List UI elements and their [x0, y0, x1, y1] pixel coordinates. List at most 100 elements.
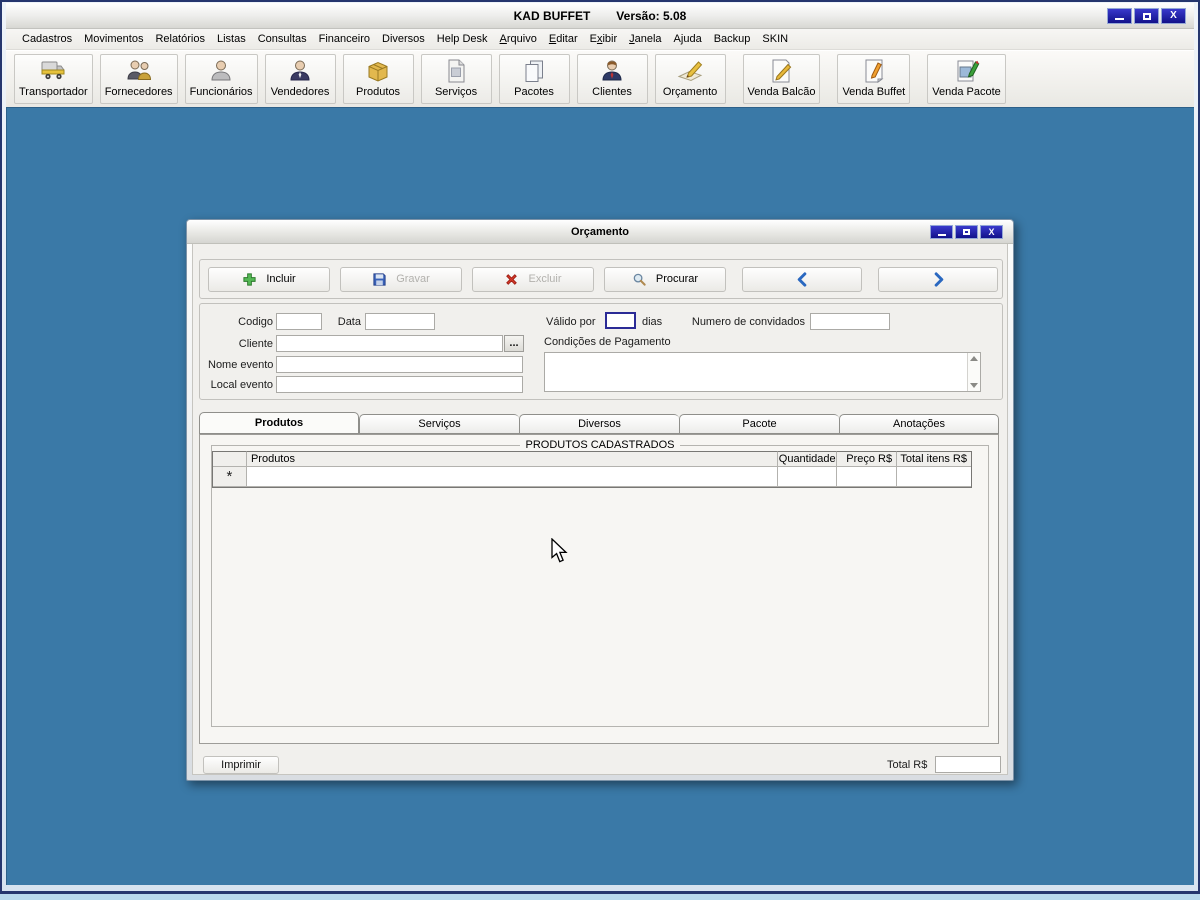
total-input[interactable]: [935, 756, 1001, 773]
tab-anotacoes[interactable]: Anotações: [839, 414, 999, 434]
packages-icon: [520, 57, 548, 85]
toolbar-button-venda-balcao[interactable]: Venda Balcão: [742, 54, 821, 104]
menu-item-editar[interactable]: Editar: [543, 31, 584, 47]
nome-evento-input[interactable]: [276, 356, 523, 373]
toolbar: Transportador Fornecedores Funcionários Ven…: [6, 50, 1194, 107]
grid-column-preco-r[interactable]: Preço R$: [837, 451, 898, 467]
numero-convidados-input[interactable]: [810, 313, 890, 330]
toolbar-button-produtos[interactable]: Produtos: [342, 54, 414, 104]
toolbar-button-funcionarios[interactable]: Funcionários: [184, 54, 258, 104]
toolbar-button-label: Transportador: [19, 86, 88, 98]
orcamento-window: Orçamento X Incluir Gravar Excluir Procurar…: [186, 219, 1014, 781]
menu-item-cadastros[interactable]: Cadastros: [16, 31, 78, 47]
incluir-button[interactable]: Incluir: [208, 266, 330, 292]
menu-item-movimentos[interactable]: Movimentos: [78, 31, 149, 47]
excluir-button[interactable]: Excluir: [472, 266, 594, 292]
menu-item-skin[interactable]: SKIN: [756, 31, 794, 47]
tab-produtos[interactable]: Produtos: [199, 412, 359, 434]
toolbar-button-venda-pacote[interactable]: Venda Pacote: [927, 54, 1006, 104]
grid-empty-cell[interactable]: [837, 467, 898, 487]
menu-item-arquivo[interactable]: Arquivo: [494, 31, 543, 47]
window-frame: KAD BUFFET Versão: 5.08 X Cadastros Movim…: [2, 2, 1198, 891]
toolbar-button-fornecedores[interactable]: Fornecedores: [99, 54, 178, 104]
grid-new-row[interactable]: *: [213, 467, 971, 487]
orcamento-minimize-button[interactable]: [930, 225, 953, 239]
menu-item-diversos[interactable]: Diversos: [376, 31, 431, 47]
chevron-left-icon: [795, 271, 810, 287]
employee-icon: [207, 57, 235, 85]
orcamento-title-bar[interactable]: Orçamento X: [187, 220, 1013, 244]
previous-record-button[interactable]: [742, 266, 862, 292]
delete-icon: [504, 272, 519, 287]
toolbar-button-label: Venda Buffet: [842, 86, 906, 98]
maximize-button[interactable]: [1134, 8, 1159, 24]
product-box-icon: [364, 57, 392, 85]
app-title: KAD BUFFET: [513, 8, 591, 23]
package-sale-icon: [953, 57, 981, 85]
cliente-browse-button[interactable]: ...: [504, 335, 524, 352]
orcamento-close-button[interactable]: X: [980, 225, 1003, 239]
menu-item-help-desk[interactable]: Help Desk: [431, 31, 494, 47]
window-controls: X: [1107, 8, 1186, 24]
mdi-client-area: Orçamento X Incluir Gravar Excluir Procurar…: [6, 107, 1194, 885]
maximize-icon: [1142, 12, 1151, 20]
grid-column-total-itens-r[interactable]: Total itens R$: [897, 451, 971, 467]
action-button-label: Incluir: [266, 273, 296, 285]
close-button[interactable]: X: [1161, 8, 1186, 24]
menu-item-exibir[interactable]: Exibir: [584, 31, 624, 47]
cliente-label: Cliente: [238, 338, 273, 350]
toolbar-button-label: Vendedores: [270, 86, 330, 98]
grid-column-produtos[interactable]: Produtos: [246, 451, 779, 467]
toolbar-button-servicos[interactable]: Serviços: [420, 54, 492, 104]
imprimir-button[interactable]: Imprimir: [203, 756, 279, 774]
save-icon: [372, 272, 387, 287]
toolbar-button-orcamento[interactable]: Orçamento: [654, 54, 726, 104]
menu-item-backup[interactable]: Backup: [708, 31, 757, 47]
tab-pacote[interactable]: Pacote: [679, 414, 839, 434]
grid-empty-cell[interactable]: [246, 467, 779, 487]
menu-item-consultas[interactable]: Consultas: [252, 31, 313, 47]
menu-item-financeiro[interactable]: Financeiro: [313, 31, 376, 47]
toolbar-button-transportador[interactable]: Transportador: [14, 54, 93, 104]
data-input[interactable]: [365, 313, 435, 330]
imprimir-label: Imprimir: [221, 759, 261, 771]
next-record-button[interactable]: [878, 266, 998, 292]
toolbar-button-label: Clientes: [592, 86, 632, 98]
maximize-icon: [963, 229, 970, 235]
valido-por-input[interactable]: [605, 312, 636, 329]
tab-servicos[interactable]: Serviços: [359, 414, 519, 434]
condicoes-scrollbar[interactable]: [967, 353, 980, 391]
menu-item-ajuda[interactable]: Ajuda: [668, 31, 708, 47]
grid-indicator-header[interactable]: [213, 451, 247, 467]
procurar-button[interactable]: Procurar: [604, 266, 726, 292]
orcamento-title: Orçamento: [570, 225, 630, 238]
codigo-input[interactable]: [276, 313, 322, 330]
salesperson-icon: [286, 57, 314, 85]
buffet-sale-icon: [860, 57, 888, 85]
suppliers-icon: [125, 57, 153, 85]
client-icon: [598, 57, 626, 85]
gravar-button[interactable]: Gravar: [340, 266, 462, 292]
toolbar-button-clientes[interactable]: Clientes: [576, 54, 648, 104]
minimize-button[interactable]: [1107, 8, 1132, 24]
condicoes-pagamento-textarea[interactable]: [545, 353, 967, 391]
application-window: KAD BUFFET Versão: 5.08 X Cadastros Movim…: [0, 0, 1200, 894]
menu-item-listas[interactable]: Listas: [211, 31, 252, 47]
grid-column-quantidade[interactable]: Quantidade: [778, 451, 838, 467]
dias-label: dias: [642, 316, 663, 328]
cliente-input[interactable]: [276, 335, 503, 352]
menu-item-relatorios[interactable]: Relatórios: [149, 31, 211, 47]
action-button-label: Gravar: [396, 273, 430, 285]
grid-empty-cell[interactable]: [897, 467, 971, 487]
orcamento-maximize-button[interactable]: [955, 225, 978, 239]
grid-empty-cell[interactable]: [778, 467, 838, 487]
menu-item-janela[interactable]: Janela: [623, 31, 667, 47]
tab-diversos[interactable]: Diversos: [519, 414, 679, 434]
toolbar-button-pacotes[interactable]: Pacotes: [498, 54, 570, 104]
local-evento-input[interactable]: [276, 376, 523, 393]
toolbar-button-label: Venda Balcão: [747, 86, 816, 98]
toolbar-button-vendedores[interactable]: Vendedores: [264, 54, 336, 104]
new-row-indicator: *: [213, 467, 247, 487]
produtos-grid[interactable]: Produtos Quantidade Preço R$ Total itens R$…: [212, 451, 972, 488]
toolbar-button-venda-buffet[interactable]: Venda Buffet: [837, 54, 911, 104]
